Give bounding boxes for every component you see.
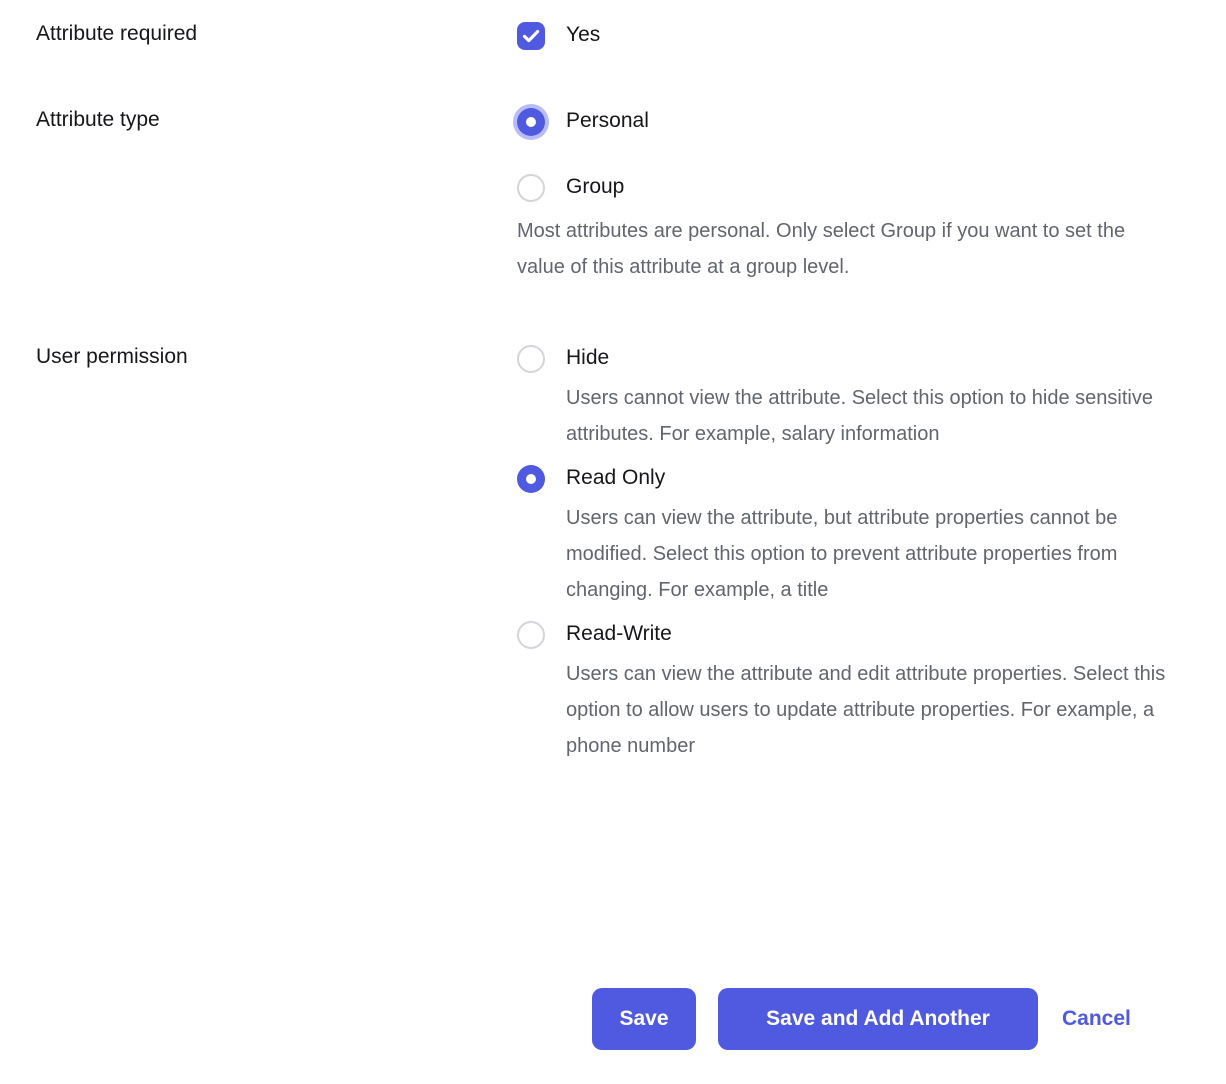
radio-unselected-icon-group[interactable]	[517, 174, 545, 202]
cancel-button[interactable]: Cancel	[1062, 988, 1131, 1050]
radio-selected-icon-personal[interactable]	[517, 108, 545, 136]
radio-label-read-write: Read-Write	[566, 619, 1207, 648]
control-user-permission: Hide Users cannot view the attribute. Se…	[517, 343, 1207, 764]
label-user-permission: User permission	[36, 343, 496, 371]
control-attribute-required: Yes	[517, 20, 1207, 52]
radio-option-personal[interactable]: Personal	[517, 106, 1207, 138]
radio-label-personal: Personal	[566, 106, 1207, 135]
radio-label-group: Group	[566, 172, 1207, 201]
description-read-write: Users can view the attribute and edit at…	[566, 656, 1180, 764]
save-and-add-another-button[interactable]: Save and Add Another	[718, 988, 1038, 1050]
description-hide: Users cannot view the attribute. Select …	[566, 380, 1182, 452]
radio-unselected-icon-hide[interactable]	[517, 345, 545, 373]
label-attribute-required: Attribute required	[36, 20, 496, 48]
checkbox-option-yes[interactable]: Yes	[517, 20, 1207, 52]
label-attribute-type: Attribute type	[36, 106, 496, 134]
control-attribute-type: Personal Group Most attributes are perso…	[517, 106, 1207, 285]
attribute-settings-form: Attribute required Yes Attribute type Pe…	[0, 0, 1226, 1084]
checkbox-label-yes: Yes	[566, 20, 1207, 49]
radio-unselected-icon-read-write[interactable]	[517, 621, 545, 649]
radio-option-hide[interactable]: Hide	[517, 343, 1207, 375]
description-read-only: Users can view the attribute, but attrib…	[566, 500, 1198, 608]
radio-selected-icon-read-only[interactable]	[517, 465, 545, 493]
radio-label-read-only: Read Only	[566, 463, 1207, 492]
description-attribute-type: Most attributes are personal. Only selec…	[517, 213, 1177, 285]
checkbox-checked-icon[interactable]	[517, 22, 545, 50]
radio-option-group[interactable]: Group	[517, 172, 1207, 204]
radio-option-read-only[interactable]: Read Only	[517, 463, 1207, 495]
radio-option-read-write[interactable]: Read-Write	[517, 619, 1207, 651]
form-actions: Save Save and Add Another Cancel	[0, 988, 1226, 1052]
save-button[interactable]: Save	[592, 988, 696, 1050]
radio-label-hide: Hide	[566, 343, 1207, 372]
